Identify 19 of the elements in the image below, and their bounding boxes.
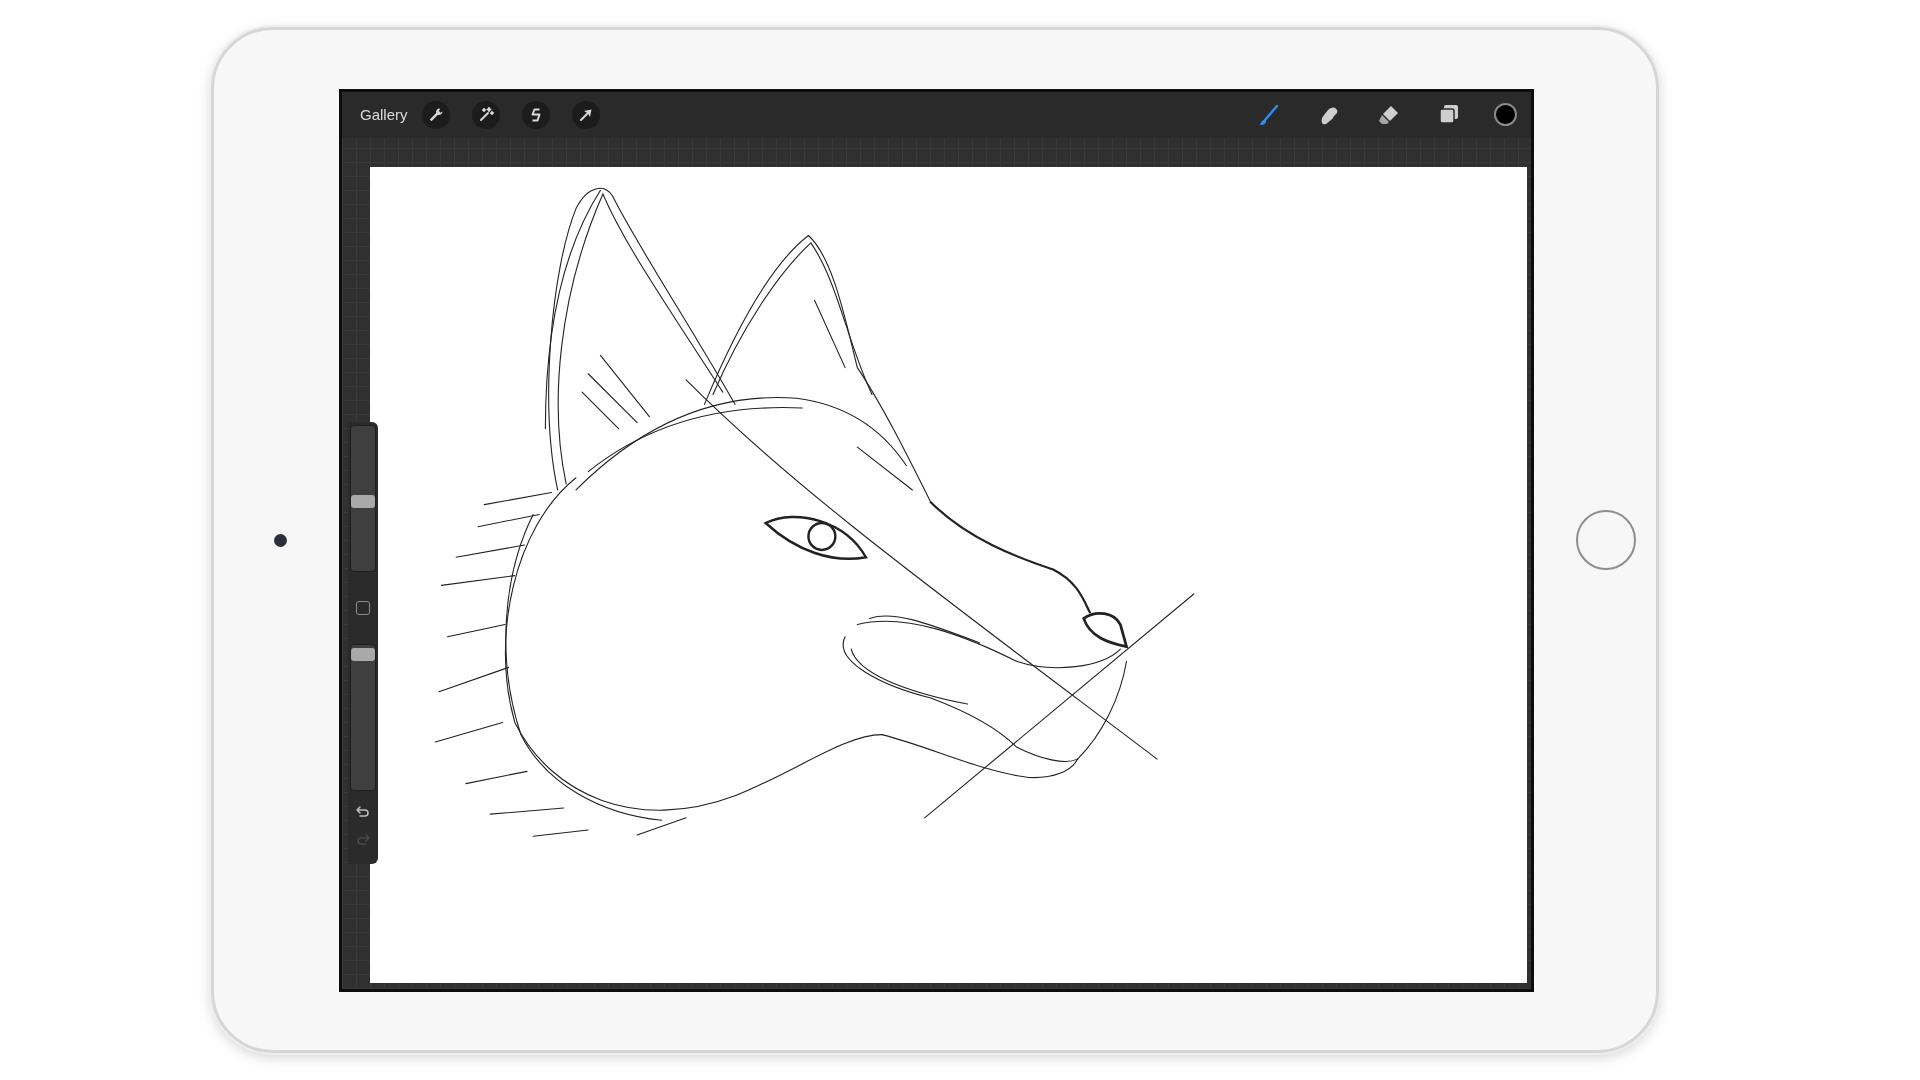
selection-button[interactable] — [521, 100, 550, 129]
slider-thumb[interactable] — [351, 495, 375, 509]
color-swatch[interactable] — [1494, 103, 1517, 126]
camera-dot — [274, 533, 287, 547]
magic-wand-button[interactable] — [471, 100, 500, 129]
wrench-button[interactable] — [421, 100, 450, 129]
opacity-slider[interactable] — [350, 643, 376, 791]
brush-size-slider[interactable] — [350, 424, 376, 572]
eyedropper-button[interactable] — [356, 600, 370, 615]
arrow-button[interactable] — [571, 100, 600, 129]
undo-button[interactable] — [355, 804, 371, 819]
wrench-icon — [427, 106, 444, 123]
undo-icon — [355, 804, 371, 819]
home-button[interactable] — [1576, 510, 1636, 570]
redo-icon — [355, 832, 371, 847]
magic-wand-icon — [477, 106, 494, 123]
slider-thumb[interactable] — [351, 648, 375, 662]
gallery-button[interactable]: Gallery — [360, 106, 408, 123]
brush-icon — [1257, 102, 1281, 127]
